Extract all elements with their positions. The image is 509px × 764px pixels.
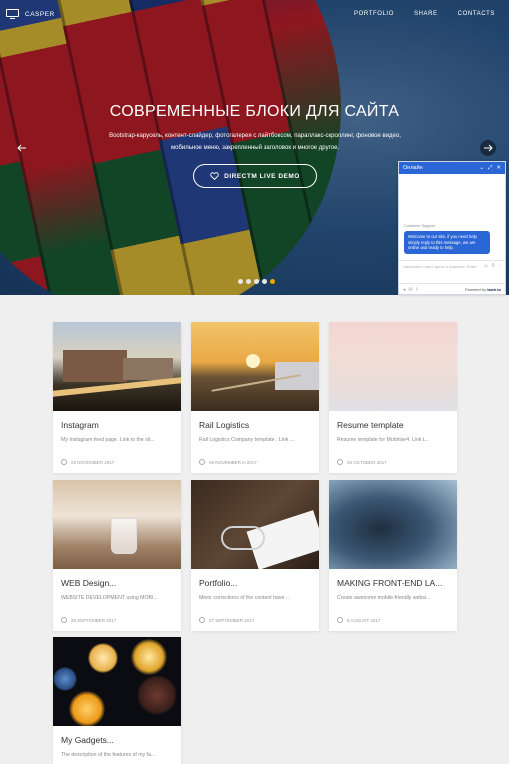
next-slide-button[interactable]: [480, 140, 496, 156]
heart-icon: [210, 172, 219, 180]
chat-close-icon[interactable]: ✕: [496, 165, 501, 172]
chat-popout-icon[interactable]: ⤢: [488, 165, 492, 172]
card-title[interactable]: My Gadgets...: [61, 735, 114, 745]
card-date: 27 SEPTEMBER 2017: [199, 617, 254, 623]
attach-icon[interactable]: ⚲: [491, 263, 495, 269]
powered-by[interactable]: Powered by tawk.to: [465, 287, 501, 292]
hero-subtitle: Bootstrap-карусель, контент-слайдер, фот…: [109, 133, 401, 151]
card-title[interactable]: Resume template: [337, 420, 404, 430]
card-image[interactable]: [191, 322, 319, 411]
clock-icon: [199, 459, 205, 465]
card-instagram[interactable]: Instagram My Instagram feed page. Link t…: [53, 322, 181, 473]
clock-icon: [199, 617, 205, 623]
card-title[interactable]: Instagram: [61, 420, 99, 430]
chat-widget: Онлайн ⌄ ⤢ ✕ Customer Support Welcome to…: [398, 161, 506, 295]
chat-title: Онлайн: [403, 165, 423, 171]
card-title[interactable]: Rail Logistics: [199, 420, 249, 430]
smile-icon[interactable]: ◌: [498, 263, 501, 269]
slide-dot-5[interactable]: [270, 279, 275, 284]
card-date: 29 SEPTEMBER 2017: [61, 617, 116, 623]
card-description: Minor corrections of the content have ..…: [199, 595, 291, 601]
card-rail-logistics[interactable]: Rail Logistics Rail Logistics Company te…: [191, 322, 319, 473]
top-navbar: CASPER PORTFOLIO SHARE CONTACTS: [0, 0, 509, 30]
monitor-icon: [6, 9, 19, 19]
card-description: Rail Logistics Company template . Link .…: [199, 437, 295, 443]
nav-menu: PORTFOLIO SHARE CONTACTS: [354, 11, 495, 17]
card-portfolio[interactable]: Portfolio... Minor corrections of the co…: [191, 480, 319, 631]
card-description: WEBSITE DEVELOPMENT using MOBI...: [61, 595, 158, 601]
card-image[interactable]: [329, 322, 457, 411]
slide-dot-4[interactable]: [262, 279, 267, 284]
prev-slide-button[interactable]: [14, 140, 30, 156]
clock-icon: [337, 459, 343, 465]
slide-dot-2[interactable]: [246, 279, 251, 284]
clock-icon: [61, 459, 67, 465]
nav-contacts[interactable]: CONTACTS: [458, 11, 495, 17]
card-description: My Instagram feed page. Link to the sit.…: [61, 437, 155, 443]
chat-footer: ◂ ✉ ⌇ Powered by tawk.to: [399, 283, 505, 295]
card-date: 25 OCTOBER 2017: [337, 459, 387, 465]
arrow-left-icon: [17, 144, 26, 152]
brand-name: CASPER: [25, 10, 55, 18]
sound-icon[interactable]: ◂: [403, 287, 406, 293]
card-image[interactable]: [191, 480, 319, 569]
card-date: 09 NOVEMBER H 2017: [199, 459, 257, 465]
card-image[interactable]: [53, 322, 181, 411]
paperclip-icon[interactable]: ⌇: [416, 287, 418, 293]
card-description: Resume template for Mobirise4. Link t...: [337, 437, 429, 443]
slide-dot-1[interactable]: [238, 279, 243, 284]
brand-logo[interactable]: CASPER: [6, 9, 55, 19]
live-demo-button[interactable]: DIRECTM LIVE DEMO: [193, 164, 317, 188]
card-image[interactable]: [329, 480, 457, 569]
card-web-design[interactable]: WEB Design... WEBSITE DEVELOPMENT using …: [53, 480, 181, 631]
card-resume-template[interactable]: Resume template Resume template for Mobi…: [329, 322, 457, 473]
chat-message: Welcome to our site, if you need help si…: [404, 231, 490, 254]
nav-share[interactable]: SHARE: [414, 11, 438, 17]
card-title[interactable]: Portfolio...: [199, 578, 237, 588]
card-date: 23 NOVEMBER 2017: [61, 459, 114, 465]
card-title[interactable]: MAKING FRONT-END LA...: [337, 578, 442, 588]
chat-agent-name: Customer Support: [404, 224, 435, 228]
card-date: 8 AUGUST 2017: [337, 617, 380, 623]
card-my-gadgets[interactable]: My Gadgets... The description of the fea…: [53, 637, 181, 764]
card-image[interactable]: [53, 480, 181, 569]
card-description: Create awesome mobile-friendly websi...: [337, 595, 431, 601]
clock-icon: [337, 617, 343, 623]
clock-icon: [61, 617, 67, 623]
card-title[interactable]: WEB Design...: [61, 578, 116, 588]
chat-minimize-icon[interactable]: ⌄: [479, 165, 484, 172]
arrow-right-icon: [484, 144, 493, 152]
emoji-icon[interactable]: ☺: [483, 263, 488, 269]
slide-indicators: [238, 279, 275, 284]
card-front-end[interactable]: MAKING FRONT-END LA... Create awesome mo…: [329, 480, 457, 631]
nav-portfolio[interactable]: PORTFOLIO: [354, 11, 394, 17]
email-icon[interactable]: ✉: [409, 287, 413, 293]
live-demo-label: DIRECTM LIVE DEMO: [224, 172, 300, 180]
card-image[interactable]: [53, 637, 181, 726]
slide-dot-3[interactable]: [254, 279, 259, 284]
hero-title: СОВРЕМЕННЫЕ БЛОКИ ДЛЯ САЙТА: [109, 103, 400, 120]
card-description: The description of the features of my fa…: [61, 752, 156, 758]
chat-header[interactable]: Онлайн ⌄ ⤢ ✕: [399, 162, 505, 174]
